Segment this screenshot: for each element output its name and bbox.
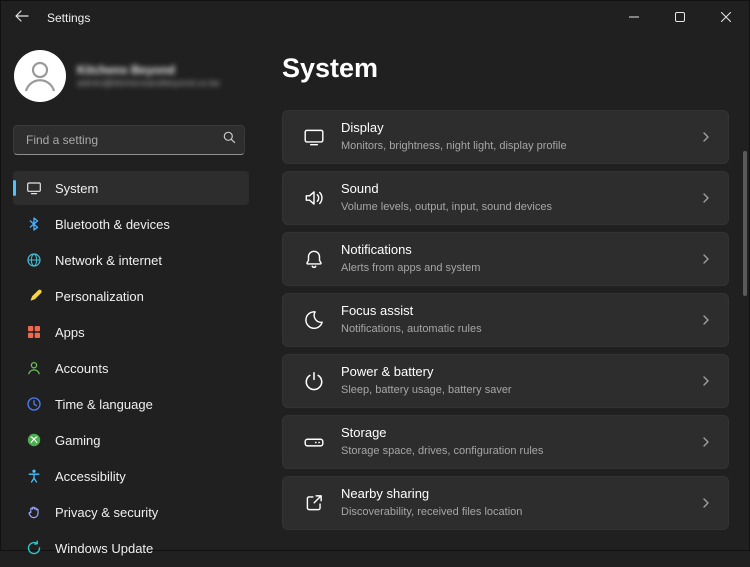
accessibility-icon — [26, 468, 42, 484]
chevron-right-icon — [700, 375, 712, 387]
sidebar-item-apps[interactable]: Apps — [13, 315, 249, 349]
minimize-icon — [629, 9, 639, 27]
bell-icon — [303, 248, 325, 270]
brush-icon — [26, 288, 42, 304]
card-title: Focus assist — [341, 303, 414, 319]
user-name: Kitchens Beyond — [77, 62, 176, 77]
page-title: System — [282, 53, 379, 83]
sidebar-item-label: Time & language — [55, 396, 153, 412]
sidebar-item-label: Windows Update — [55, 540, 154, 556]
settings-card-nearby-sharing[interactable]: Nearby sharing Discoverability, received… — [282, 476, 729, 530]
sidebar-item-accessibility[interactable]: Accessibility — [13, 459, 249, 493]
sidebar-item-system[interactable]: System — [13, 171, 249, 205]
settings-card-power-battery[interactable]: Power & battery Sleep, battery usage, ba… — [282, 354, 729, 408]
card-title: Nearby sharing — [341, 486, 430, 502]
speaker-icon — [303, 187, 325, 209]
sidebar-item-accounts[interactable]: Accounts — [13, 351, 249, 385]
sidebar-nav: System Bluetooth & devices Network & int… — [1, 171, 261, 567]
chevron-right-icon — [700, 192, 712, 204]
main-content: System Display Monitors, brightness, nig… — [282, 45, 729, 537]
vertical-scrollbar[interactable] — [743, 151, 747, 296]
card-title: Sound — [341, 181, 379, 197]
settings-card-display[interactable]: Display Monitors, brightness, night ligh… — [282, 110, 729, 164]
sidebar-item-personalization[interactable]: Personalization — [13, 279, 249, 313]
sidebar-item-gaming[interactable]: Gaming — [13, 423, 249, 457]
search-input[interactable] — [24, 132, 223, 148]
sidebar-item-label: Privacy & security — [55, 504, 159, 520]
window-title: Settings — [47, 11, 91, 25]
search-icon — [223, 131, 236, 149]
settings-card-focus-assist[interactable]: Focus assist Notifications, automatic ru… — [282, 293, 729, 347]
close-button[interactable] — [703, 1, 749, 35]
bluetooth-icon — [26, 216, 42, 232]
hand-icon — [26, 504, 42, 520]
titlebar: Settings — [1, 1, 749, 35]
card-title: Storage — [341, 425, 387, 441]
settings-card-storage[interactable]: Storage Storage space, drives, configura… — [282, 415, 729, 469]
xbox-icon — [26, 432, 42, 448]
back-button[interactable] — [1, 1, 43, 35]
card-subtitle: Notifications, automatic rules — [341, 323, 482, 336]
globe-icon — [26, 252, 42, 268]
share-icon — [303, 492, 325, 514]
sidebar-item-label: Accessibility — [55, 468, 126, 484]
update-arrows-icon — [26, 540, 42, 556]
card-subtitle: Sleep, battery usage, battery saver — [341, 384, 512, 397]
sidebar-item-label: Apps — [55, 324, 85, 340]
sidebar-item-windows-update[interactable]: Windows Update — [13, 531, 249, 565]
card-title: Display — [341, 120, 384, 136]
chevron-right-icon — [700, 131, 712, 143]
card-title: Notifications — [341, 242, 412, 258]
storage-drive-icon — [303, 431, 325, 453]
avatar — [13, 49, 67, 103]
settings-card-sound[interactable]: Sound Volume levels, output, input, soun… — [282, 171, 729, 225]
chevron-right-icon — [700, 497, 712, 509]
sidebar: Kitchens Beyond admin@kitchensandbeyond.… — [1, 35, 261, 556]
card-subtitle: Alerts from apps and system — [341, 262, 481, 275]
user-account-card[interactable]: Kitchens Beyond admin@kitchensandbeyond.… — [13, 49, 220, 103]
sidebar-item-bluetooth-devices[interactable]: Bluetooth & devices — [13, 207, 249, 241]
sidebar-item-label: Network & internet — [55, 252, 162, 268]
close-icon — [720, 9, 732, 27]
back-arrow-icon — [15, 9, 29, 27]
person-icon — [26, 360, 42, 376]
moon-icon — [303, 309, 325, 331]
chevron-right-icon — [700, 314, 712, 326]
maximize-icon — [675, 9, 685, 27]
sidebar-item-label: Personalization — [55, 288, 144, 304]
card-subtitle: Discoverability, received files location — [341, 506, 523, 519]
sidebar-item-label: Accounts — [55, 360, 109, 376]
sidebar-item-label: Gaming — [55, 432, 101, 448]
sidebar-item-privacy-security[interactable]: Privacy & security — [13, 495, 249, 529]
sidebar-item-label: System — [55, 180, 99, 196]
user-email: admin@kitchensandbeyond.co.ke — [77, 77, 220, 89]
apps-grid-icon — [26, 324, 42, 340]
minimize-button[interactable] — [611, 1, 657, 35]
maximize-button[interactable] — [657, 1, 703, 35]
card-subtitle: Volume levels, output, input, sound devi… — [341, 201, 552, 214]
power-icon — [303, 370, 325, 392]
card-subtitle: Storage space, drives, configuration rul… — [341, 445, 544, 458]
settings-card-notifications[interactable]: Notifications Alerts from apps and syste… — [282, 232, 729, 286]
card-subtitle: Monitors, brightness, night light, displ… — [341, 140, 567, 153]
window-controls — [611, 1, 749, 35]
search-box — [13, 125, 245, 155]
display-icon — [303, 126, 325, 148]
monitor-icon — [26, 180, 42, 196]
chevron-right-icon — [700, 253, 712, 265]
settings-window: Settings Kitchens Beyond admin@kitchensa… — [0, 0, 750, 556]
chevron-right-icon — [700, 436, 712, 448]
sidebar-item-network-internet[interactable]: Network & internet — [13, 243, 249, 277]
sidebar-item-label: Bluetooth & devices — [55, 216, 170, 232]
sidebar-item-time-language[interactable]: Time & language — [13, 387, 249, 421]
clock-icon — [26, 396, 42, 412]
card-title: Power & battery — [341, 364, 434, 380]
